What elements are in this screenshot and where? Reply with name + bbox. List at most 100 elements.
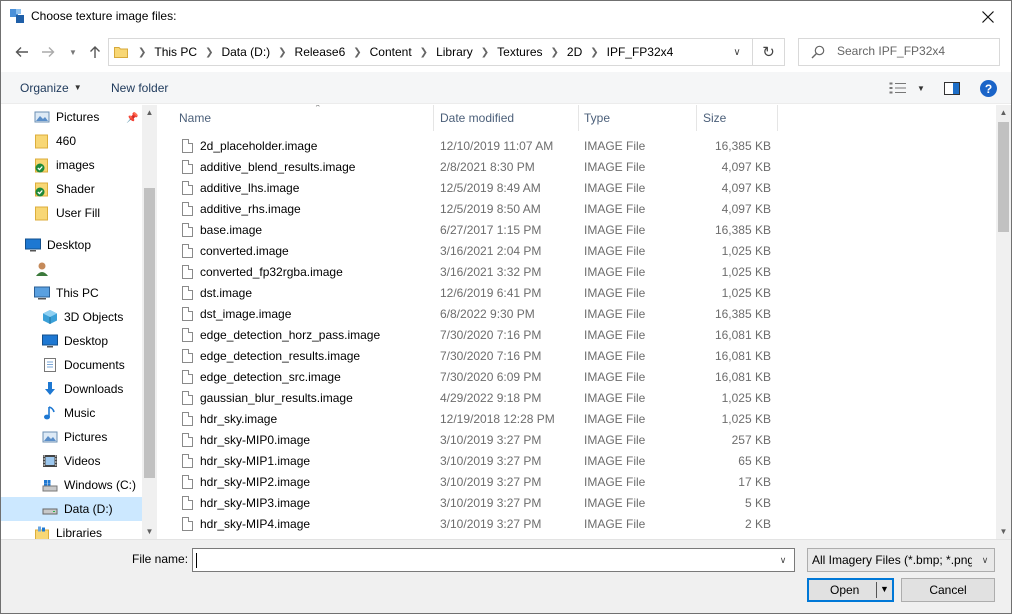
file-date-modified: 3/10/2019 3:27 PM bbox=[440, 496, 542, 510]
nav-item-documents[interactable]: Documents bbox=[1, 353, 143, 377]
nav-item-data-d[interactable]: Data (D:) bbox=[1, 497, 143, 521]
up-button[interactable] bbox=[85, 39, 105, 65]
nav-item-desktop[interactable]: Desktop bbox=[1, 329, 143, 353]
breadcrumb-2d[interactable]: 2D bbox=[564, 45, 585, 59]
nav-item-downloads[interactable]: Downloads bbox=[1, 377, 143, 401]
chevron-right-icon[interactable]: ❯ bbox=[476, 47, 494, 58]
nav-item-desktop-root[interactable]: Desktop bbox=[1, 233, 143, 257]
file-name-input[interactable] bbox=[196, 552, 766, 566]
file-row[interactable]: dst.image 12/6/2019 6:41 PM IMAGE File 1,02… bbox=[174, 283, 779, 304]
file-row[interactable]: additive_lhs.image 12/5/2019 8:49 AM IMAGE… bbox=[174, 178, 779, 199]
breadcrumb-library[interactable]: Library bbox=[433, 45, 476, 59]
file-row[interactable]: edge_detection_results.image 7/30/2020 7:… bbox=[174, 346, 779, 367]
file-type: IMAGE File bbox=[584, 307, 646, 321]
close-icon bbox=[982, 10, 994, 23]
chevron-right-icon[interactable]: ❯ bbox=[415, 47, 433, 58]
file-date-modified: 3/16/2021 2:04 PM bbox=[440, 244, 542, 258]
file-type: IMAGE File bbox=[584, 370, 646, 384]
chevron-right-icon[interactable]: ❯ bbox=[348, 47, 366, 58]
refresh-button[interactable]: ↻ bbox=[753, 38, 785, 66]
file-name-dropdown-button[interactable]: ∨ bbox=[772, 549, 794, 571]
documents-icon bbox=[42, 357, 58, 373]
file-list-scrollbar-thumb[interactable] bbox=[998, 122, 1009, 232]
file-row[interactable]: edge_detection_horz_pass.image 7/30/2020 … bbox=[174, 325, 779, 346]
address-dropdown-button[interactable]: ∨ bbox=[722, 39, 752, 65]
file-row[interactable]: hdr_sky-MIP4.image 3/10/2019 3:27 PM IMAGE… bbox=[174, 514, 779, 535]
file-row[interactable]: hdr_sky-MIP1.image 3/10/2019 3:27 PM IMAGE… bbox=[174, 451, 779, 472]
column-header-name[interactable]: Name ⌃ bbox=[174, 105, 434, 131]
file-row[interactable]: converted_fp32rgba.image 3/16/2021 3:32 P… bbox=[174, 262, 779, 283]
nav-item-460[interactable]: 460 bbox=[1, 129, 143, 153]
back-button[interactable] bbox=[11, 39, 33, 65]
scroll-up-arrow-icon[interactable]: ▲ bbox=[996, 105, 1011, 120]
scroll-down-arrow-icon[interactable]: ▼ bbox=[142, 524, 157, 539]
breadcrumb-data-drive[interactable]: Data (D:) bbox=[218, 45, 273, 59]
nav-item-3d-objects[interactable]: 3D Objects bbox=[1, 305, 143, 329]
chevron-right-icon[interactable]: ❯ bbox=[546, 47, 564, 58]
file-name: hdr_sky-MIP3.image bbox=[200, 496, 311, 510]
organize-menu[interactable]: Organize ▼ bbox=[20, 81, 82, 95]
folder-sync-icon bbox=[34, 157, 50, 173]
nav-item-pictures[interactable]: Pictures bbox=[1, 425, 143, 449]
nav-item-images[interactable]: images bbox=[1, 153, 143, 177]
forward-button[interactable] bbox=[37, 39, 59, 65]
change-view-button[interactable]: ▼ bbox=[889, 79, 929, 97]
breadcrumb-textures[interactable]: Textures bbox=[494, 45, 545, 59]
nav-item-user[interactable] bbox=[1, 257, 143, 281]
file-row[interactable]: converted.image 3/16/2021 2:04 PM IMAGE Fi… bbox=[174, 241, 779, 262]
nav-item-music[interactable]: Music bbox=[1, 401, 143, 425]
nav-item-this-pc[interactable]: This PC bbox=[1, 281, 143, 305]
preview-pane-button[interactable] bbox=[944, 79, 964, 97]
scroll-down-arrow-icon[interactable]: ▼ bbox=[996, 524, 1011, 539]
search-input[interactable] bbox=[837, 44, 992, 58]
file-row[interactable]: edge_detection_src.image 7/30/2020 6:09 P… bbox=[174, 367, 779, 388]
chevron-right-icon[interactable]: ❯ bbox=[200, 47, 218, 58]
file-row[interactable]: dst_image.image 6/8/2022 9:30 PM IMAGE Fil… bbox=[174, 304, 779, 325]
open-button[interactable]: Open ▼ bbox=[807, 578, 894, 602]
file-row[interactable]: hdr_sky.image 12/19/2018 12:28 PM IMAGE Fi… bbox=[174, 409, 779, 430]
refresh-icon: ↻ bbox=[762, 44, 775, 61]
file-row[interactable]: gaussian_blur_results.image 4/29/2022 9:1… bbox=[174, 388, 779, 409]
file-row[interactable]: hdr_sky-MIP0.image 3/10/2019 3:27 PM IMAGE… bbox=[174, 430, 779, 451]
breadcrumb-this-pc[interactable]: This PC bbox=[151, 45, 200, 59]
file-row[interactable]: additive_blend_results.image 2/8/2021 8:3… bbox=[174, 157, 779, 178]
nav-scrollbar-thumb[interactable] bbox=[144, 188, 155, 478]
help-button[interactable]: ? bbox=[980, 80, 997, 97]
cancel-button[interactable]: Cancel bbox=[901, 578, 995, 602]
nav-item-windows-c[interactable]: Windows (C:) bbox=[1, 473, 143, 497]
column-header-type[interactable]: Type bbox=[579, 105, 697, 131]
file-list-scrollbar[interactable]: ▲ ▼ bbox=[996, 105, 1011, 539]
column-header-size[interactable]: Size bbox=[698, 105, 778, 131]
column-header-date-modified[interactable]: Date modified bbox=[435, 105, 579, 131]
file-name-combobox[interactable]: ∨ bbox=[192, 548, 795, 572]
file-icon bbox=[182, 349, 193, 363]
chevron-right-icon[interactable]: ❯ bbox=[273, 47, 291, 58]
nav-item-videos[interactable]: Videos bbox=[1, 449, 143, 473]
search-box[interactable] bbox=[798, 38, 1000, 66]
address-bar[interactable]: ❯ This PC ❯ Data (D:) ❯ Release6 ❯ Conte… bbox=[108, 38, 753, 66]
file-type: IMAGE File bbox=[584, 265, 646, 279]
scroll-up-arrow-icon[interactable]: ▲ bbox=[142, 105, 157, 120]
open-dropdown-arrow-icon[interactable]: ▼ bbox=[880, 584, 889, 594]
nav-item-shader[interactable]: Shader bbox=[1, 177, 143, 201]
nav-item-pictures-pinned[interactable]: Pictures 📌 bbox=[1, 105, 143, 129]
breadcrumb-content[interactable]: Content bbox=[367, 45, 415, 59]
chevron-right-icon[interactable]: ❯ bbox=[133, 47, 151, 58]
nav-item-user-fill[interactable]: User Fill bbox=[1, 201, 143, 225]
file-row[interactable]: hdr_sky-MIP2.image 3/10/2019 3:27 PM IMAGE… bbox=[174, 472, 779, 493]
breadcrumb-ipf-fp32x4[interactable]: IPF_FP32x4 bbox=[604, 45, 677, 59]
chevron-right-icon[interactable]: ❯ bbox=[585, 47, 603, 58]
nav-scrollbar[interactable]: ▲ ▼ bbox=[142, 105, 157, 539]
close-button[interactable] bbox=[965, 1, 1011, 32]
folder-icon bbox=[34, 205, 50, 221]
new-folder-button[interactable]: New folder bbox=[111, 81, 168, 95]
recent-locations-button[interactable]: ▼ bbox=[65, 39, 81, 65]
file-row[interactable]: additive_rhs.image 12/5/2019 8:50 AM IMAGE… bbox=[174, 199, 779, 220]
file-row[interactable]: base.image 6/27/2017 1:15 PM IMAGE File 16,… bbox=[174, 220, 779, 241]
file-icon bbox=[182, 412, 193, 426]
file-row[interactable]: hdr_sky-MIP3.image 3/10/2019 3:27 PM IMAGE… bbox=[174, 493, 779, 514]
nav-item-libraries[interactable]: Libraries bbox=[1, 521, 143, 539]
file-type-filter[interactable]: All Imagery Files (*.bmp; *.png; ∨ bbox=[807, 548, 995, 572]
file-row[interactable]: 2d_placeholder.image 12/10/2019 11:07 AM I… bbox=[174, 136, 779, 157]
breadcrumb-release6[interactable]: Release6 bbox=[292, 45, 349, 59]
